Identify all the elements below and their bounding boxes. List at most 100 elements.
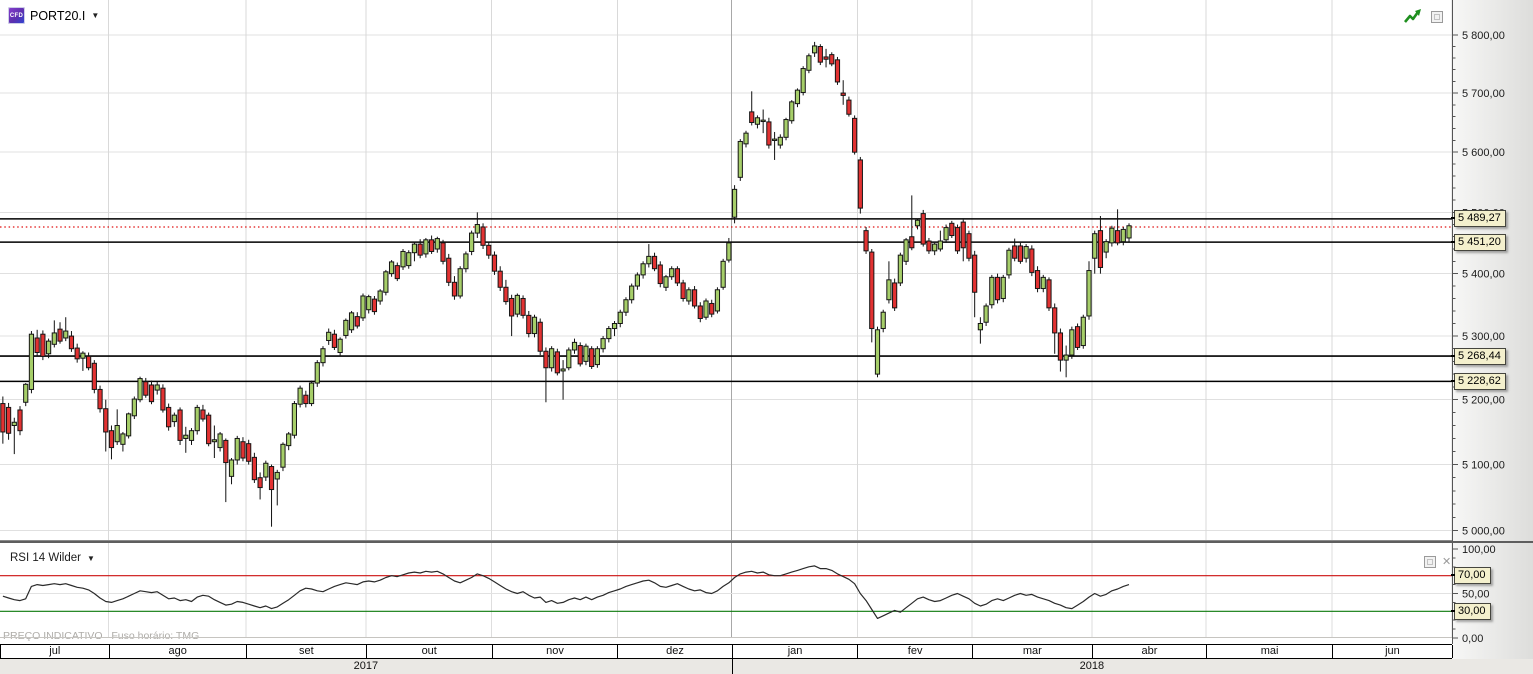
bull-candle bbox=[183, 434, 189, 439]
trend-arrow-icon[interactable] bbox=[1403, 8, 1423, 26]
restore-window-icon[interactable] bbox=[1424, 556, 1436, 568]
chart-toolbar bbox=[1403, 8, 1443, 26]
bull-candle bbox=[423, 239, 429, 255]
bear-candle bbox=[428, 239, 435, 252]
price-axis-gutter: 5 800,005 700,005 600,005 500,005 400,00… bbox=[1451, 0, 1533, 674]
close-icon[interactable]: ✕ bbox=[1442, 557, 1451, 568]
month-cell-abr: abr bbox=[1092, 645, 1208, 658]
bull-candle bbox=[874, 329, 881, 375]
bear-candle bbox=[966, 233, 972, 259]
bear-candle bbox=[960, 221, 966, 249]
bull-candle bbox=[531, 316, 538, 335]
bull-candle bbox=[1069, 329, 1075, 356]
bull-candle bbox=[571, 341, 578, 351]
bear-candle bbox=[17, 409, 23, 432]
rsi-title: RSI 14 Wilder bbox=[10, 552, 81, 564]
bear-candle bbox=[1057, 332, 1064, 361]
bear-candle bbox=[589, 348, 595, 367]
bull-candle bbox=[600, 338, 606, 350]
bear-candle bbox=[994, 276, 1001, 301]
month-cell-ago: ago bbox=[109, 645, 247, 658]
bull-candle bbox=[51, 332, 57, 345]
rsi-axis: 100,00 50,00 0,00 bbox=[1452, 543, 1496, 644]
bear-candle bbox=[240, 441, 246, 459]
bull-candle bbox=[126, 413, 132, 437]
price-tick-label: 5 100,00 bbox=[1462, 460, 1505, 472]
bull-candle bbox=[897, 254, 903, 284]
bull-candle bbox=[731, 188, 738, 218]
bull-candle bbox=[154, 384, 160, 391]
bull-candle bbox=[640, 263, 646, 276]
bull-candle bbox=[914, 219, 921, 227]
bull-candle bbox=[794, 89, 801, 105]
bull-candle bbox=[366, 296, 372, 311]
bear-candle bbox=[371, 298, 378, 313]
cfd-badge-icon: CFD bbox=[8, 7, 25, 24]
bull-candle bbox=[411, 243, 418, 254]
bull-candle bbox=[63, 330, 69, 339]
bull-candle bbox=[348, 312, 355, 331]
bear-candle bbox=[97, 388, 103, 410]
rsi-tick-label: 0,00 bbox=[1462, 633, 1483, 644]
bull-candle bbox=[1092, 233, 1098, 259]
bull-candle bbox=[194, 406, 200, 432]
bull-candle bbox=[514, 294, 520, 315]
bull-candle bbox=[120, 433, 126, 445]
bull-candle bbox=[1120, 228, 1126, 243]
bear-candle bbox=[0, 403, 6, 433]
bull-candle bbox=[314, 362, 320, 384]
bear-candle bbox=[926, 240, 932, 252]
price-chart-canvas[interactable] bbox=[0, 0, 1452, 543]
bull-candle bbox=[714, 289, 721, 312]
bull-candle bbox=[703, 300, 709, 318]
rsi-chart-canvas[interactable] bbox=[0, 543, 1452, 644]
bull-candle bbox=[977, 323, 983, 331]
bull-candle bbox=[737, 140, 743, 178]
rsi-line bbox=[2, 565, 1130, 620]
bull-candle bbox=[1126, 225, 1132, 239]
bull-candle bbox=[880, 311, 886, 330]
bear-candle bbox=[486, 244, 492, 256]
bull-candle bbox=[937, 240, 943, 250]
bull-candle bbox=[623, 299, 629, 313]
bear-candle bbox=[526, 314, 532, 335]
month-cell-mai: mai bbox=[1207, 645, 1333, 658]
bear-candle bbox=[331, 333, 338, 348]
bull-candle bbox=[743, 132, 749, 145]
bull-candle bbox=[308, 382, 315, 405]
bear-candle bbox=[1097, 230, 1104, 268]
bull-candle bbox=[594, 348, 600, 366]
instrument-selector[interactable]: CFD PORT20.I ▼ bbox=[8, 7, 99, 24]
bear-candle bbox=[972, 254, 978, 293]
bull-candle bbox=[760, 119, 766, 123]
bull-candle bbox=[646, 255, 652, 265]
bull-candle bbox=[1103, 241, 1109, 253]
bear-candle bbox=[103, 408, 109, 433]
bull-candle bbox=[1040, 276, 1046, 290]
bear-candle bbox=[680, 282, 686, 299]
rsi-indicator-selector[interactable]: RSI 14 Wilder ▼ bbox=[10, 552, 95, 564]
price-tick-label: 5 000,00 bbox=[1462, 526, 1505, 538]
bull-candle bbox=[131, 398, 137, 417]
bear-candle bbox=[34, 337, 40, 354]
bull-candle bbox=[291, 403, 298, 436]
bear-candle bbox=[869, 251, 875, 330]
bear-candle bbox=[74, 347, 80, 360]
price-level-label: 5 268,44 bbox=[1451, 347, 1506, 365]
bull-candle bbox=[566, 349, 572, 369]
bull-candle bbox=[754, 117, 761, 125]
bull-candle bbox=[1006, 249, 1012, 276]
bear-candle bbox=[857, 159, 863, 209]
status-indicative-price: PREÇO INDICATIVO bbox=[3, 630, 103, 642]
bull-candle bbox=[45, 340, 52, 355]
bear-candle bbox=[251, 456, 257, 481]
bull-candle bbox=[23, 383, 29, 403]
bear-candle bbox=[394, 265, 400, 280]
restore-window-icon[interactable] bbox=[1431, 11, 1443, 23]
bear-candle bbox=[68, 335, 75, 350]
bull-candle bbox=[137, 378, 143, 401]
bear-candle bbox=[520, 297, 526, 316]
bear-candle bbox=[1017, 245, 1024, 262]
price-tick-label: 5 600,00 bbox=[1462, 147, 1505, 159]
bear-candle bbox=[834, 59, 841, 83]
